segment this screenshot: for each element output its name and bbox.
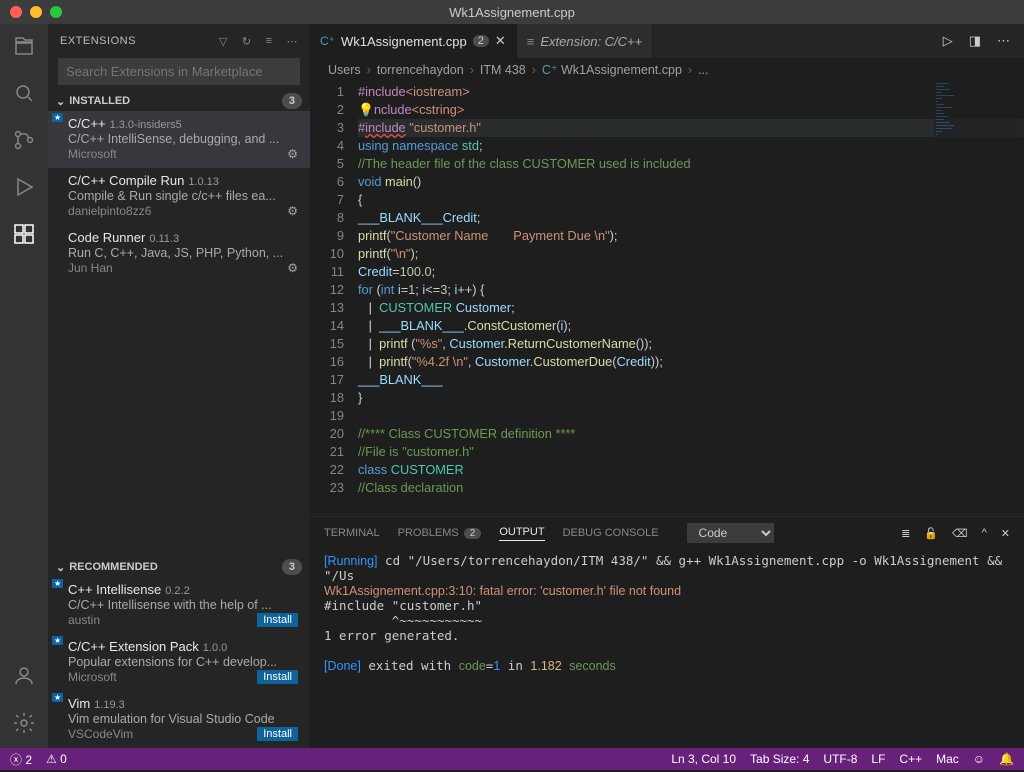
panel-close-icon[interactable]: ✕ [1001,527,1010,540]
gear-icon[interactable]: ⚙ [287,147,298,161]
run-file-icon[interactable]: ▷ [943,33,953,49]
status-warnings[interactable]: ⚠ 0 [46,752,67,766]
refresh-icon[interactable]: ↻ [242,35,252,48]
status-language[interactable]: C++ [899,752,922,766]
status-encoding[interactable]: UTF-8 [823,752,857,766]
maximize-window[interactable] [50,6,62,18]
editor-tabs: C⁺ Wk1Assignement.cpp 2 ✕ ≡ Extension: C… [310,24,1024,58]
split-editor-icon[interactable]: ◨ [969,33,981,49]
panel-lock-icon[interactable]: 🔓 [924,527,938,540]
breadcrumb-item[interactable]: C⁺ Wk1Assignement.cpp [542,62,682,77]
search-icon[interactable] [12,81,36,108]
breadcrumb-item[interactable]: Users [328,63,361,77]
extension-item[interactable]: C/C++ Compile Run1.0.13 Compile & Run si… [48,168,310,225]
extension-item[interactable]: C++ Intellisense0.2.2 C/C++ Intellisense… [48,577,310,634]
minimize-window[interactable] [30,6,42,18]
status-bar: ⓧ 2 ⚠ 0 Ln 3, Col 10 Tab Size: 4 UTF-8 L… [0,748,1024,770]
breadcrumb-item[interactable]: torrencehaydon [377,63,464,77]
more-actions-icon[interactable]: ⋯ [997,33,1010,49]
code-editor[interactable]: 1234567891011121314151617181920212223 #i… [310,81,1024,516]
problems-badge: 2 [473,35,489,47]
recommended-count-badge: 3 [282,559,302,575]
installed-count-badge: 3 [282,93,302,109]
source-control-icon[interactable] [12,128,36,155]
panel-tab-terminal[interactable]: TERMINAL [324,527,380,539]
close-window[interactable] [10,6,22,18]
breadcrumb-item[interactable]: ITM 438 [480,63,526,77]
filter-icon[interactable]: ▽ [219,35,228,48]
notifications-icon[interactable]: 🔔 [999,752,1014,766]
extension-item[interactable]: Code Runner0.11.3 Run C, C++, Java, JS, … [48,225,310,282]
output-content[interactable]: [Running] cd "/Users/torrencehaydon/ITM … [310,549,1024,748]
cpp-file-icon: C⁺ [320,34,335,48]
extension-tab-icon: ≡ [527,34,535,49]
panel-tab-debug[interactable]: DEBUG CONSOLE [563,527,659,539]
feedback-icon[interactable]: ☺ [973,752,985,766]
window-controls [10,6,62,18]
panel-tab-problems[interactable]: PROBLEMS 2 [398,527,482,539]
status-eol[interactable]: LF [871,752,885,766]
clear-icon[interactable]: ≡ [266,35,273,47]
extension-item[interactable]: Vim1.19.3 Vim emulation for Visual Studi… [48,691,310,748]
breadcrumb-item[interactable]: ... [698,63,708,77]
status-os[interactable]: Mac [936,752,959,766]
breadcrumbs[interactable]: Users › torrencehaydon › ITM 438 › C⁺ Wk… [310,58,1024,81]
panel-maximize-icon[interactable]: ^ [982,527,987,540]
run-debug-icon[interactable] [12,175,36,202]
status-errors[interactable]: ⓧ 2 [10,751,32,768]
install-button[interactable]: Install [257,670,298,684]
settings-gear-icon[interactable] [12,711,36,738]
window-title: Wk1Assignement.cpp [449,5,575,20]
extension-item[interactable]: C/C++1.3.0-insiders5 C/C++ IntelliSense,… [48,111,310,168]
sidebar-title: EXTENSIONS [60,35,136,47]
recommended-section-header[interactable]: ⌄ RECOMMENDED 3 [48,557,310,577]
activity-bar [0,24,48,748]
explorer-icon[interactable] [12,34,36,61]
status-indent[interactable]: Tab Size: 4 [750,752,809,766]
editor-area: C⁺ Wk1Assignement.cpp 2 ✕ ≡ Extension: C… [310,24,1024,748]
installed-section-header[interactable]: ⌄ INSTALLED 3 [48,91,310,111]
gear-icon[interactable]: ⚙ [287,204,298,218]
tab-extension[interactable]: ≡ Extension: C/C++ [517,24,653,58]
extensions-icon[interactable] [12,222,36,249]
bottom-panel: TERMINAL PROBLEMS 2 OUTPUT DEBUG CONSOLE… [310,516,1024,748]
tab-main-file[interactable]: C⁺ Wk1Assignement.cpp 2 ✕ [310,24,517,58]
chevron-down-icon: ⌄ [56,561,65,574]
install-button[interactable]: Install [257,727,298,741]
output-channel-select[interactable]: Code [687,523,774,543]
panel-settings-icon[interactable]: ≣ [901,527,910,540]
accounts-icon[interactable] [12,664,36,691]
close-tab-icon[interactable]: ✕ [495,33,506,49]
extension-item[interactable]: C/C++ Extension Pack1.0.0 Popular extens… [48,634,310,691]
status-cursor[interactable]: Ln 3, Col 10 [671,752,736,766]
more-icon[interactable]: ⋯ [287,35,299,48]
titlebar: Wk1Assignement.cpp [0,0,1024,24]
extensions-sidebar: EXTENSIONS ▽ ↻ ≡ ⋯ ⌄ INSTALLED 3 C/C++1.… [48,24,310,748]
panel-clear-icon[interactable]: ⌫ [952,527,968,540]
search-extensions-input[interactable] [58,58,300,85]
chevron-down-icon: ⌄ [56,95,65,108]
install-button[interactable]: Install [257,613,298,627]
panel-tab-output[interactable]: OUTPUT [499,526,544,541]
gear-icon[interactable]: ⚙ [287,261,298,275]
